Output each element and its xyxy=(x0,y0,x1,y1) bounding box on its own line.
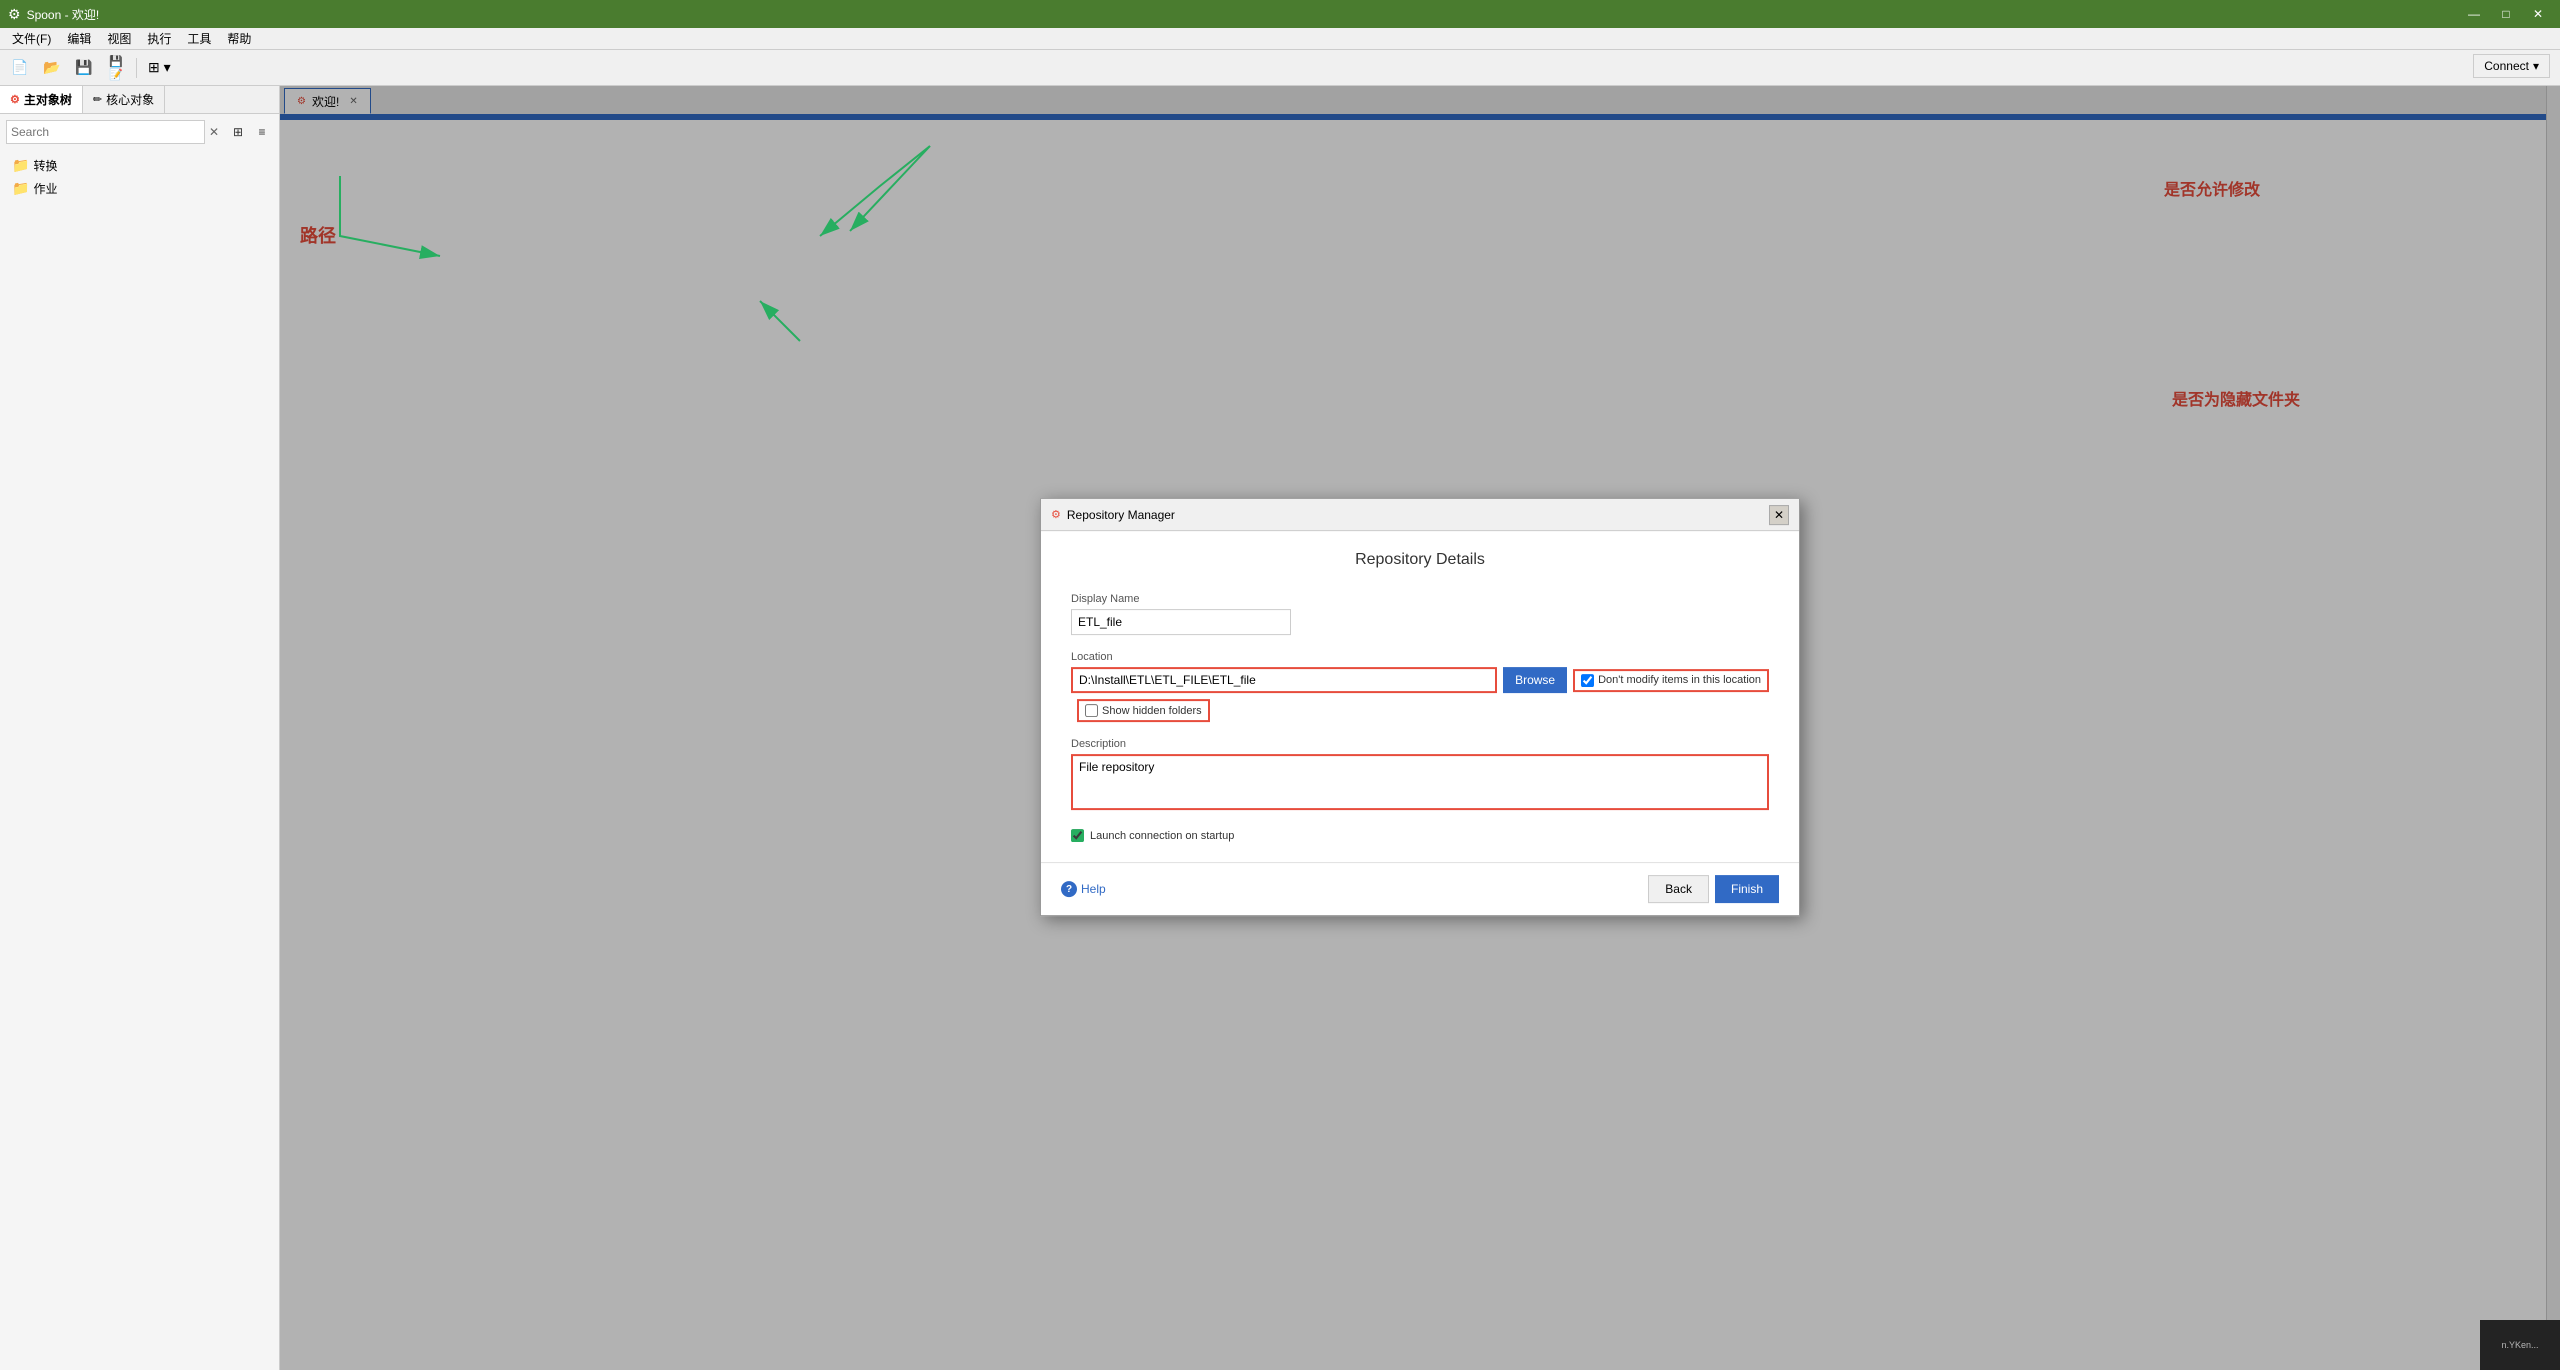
toolbar-save-button[interactable]: 💾 xyxy=(70,54,98,82)
search-bar: ✕ ⊞ ≡ xyxy=(0,114,279,150)
view-grid-button[interactable]: ⊞ xyxy=(227,121,249,143)
dont-modify-checkbox[interactable] xyxy=(1581,674,1594,687)
description-group: Description File repository xyxy=(1071,738,1769,813)
menu-help[interactable]: 帮助 xyxy=(219,28,259,49)
folder-icon-transform: 📁 xyxy=(12,157,29,174)
sidebar-tab-core-icon: ✏ xyxy=(93,93,102,106)
repository-manager-dialog: ⚙ Repository Manager ✕ Repository Detail… xyxy=(1040,498,1800,916)
help-label: Help xyxy=(1081,882,1106,896)
description-textarea[interactable]: File repository xyxy=(1071,754,1769,810)
search-clear-icon[interactable]: ✕ xyxy=(209,125,219,139)
dialog-title-bar: ⚙ Repository Manager ✕ xyxy=(1041,499,1799,531)
content-area: ⚙ 欢迎! ✕ ⚙ Repository Manager ✕ Reposit xyxy=(280,86,2560,1370)
help-link[interactable]: ? Help xyxy=(1061,881,1106,897)
dialog-title-text: Repository Manager xyxy=(1067,508,1175,522)
title-bar-controls: — □ ✕ xyxy=(2460,4,2552,24)
launch-label: Launch connection on startup xyxy=(1090,830,1234,842)
menu-run[interactable]: 执行 xyxy=(139,28,179,49)
footer-buttons: Back Finish xyxy=(1648,875,1779,903)
connect-label: Connect xyxy=(2484,59,2529,73)
toolbar-separator xyxy=(136,58,137,78)
folder-icon-job: 📁 xyxy=(12,180,29,197)
toolbar-open-button[interactable]: 📂 xyxy=(38,54,66,82)
maximize-button[interactable]: □ xyxy=(2492,4,2520,24)
view-list-button[interactable]: ≡ xyxy=(251,121,273,143)
menu-file[interactable]: 文件(F) xyxy=(4,28,59,49)
tree-area: 📁 转换 📁 作业 xyxy=(0,150,279,1370)
dialog-heading: Repository Details xyxy=(1071,551,1769,569)
tree-item-job-label: 作业 xyxy=(33,180,57,197)
display-name-input[interactable] xyxy=(1071,609,1291,635)
dialog-footer: ? Help Back Finish xyxy=(1041,862,1799,915)
display-name-group: Display Name xyxy=(1071,593,1769,635)
tree-item-job[interactable]: 📁 作业 xyxy=(4,177,275,200)
main-layout: ⚙ 主对象树 ✏ 核心对象 ✕ ⊞ ≡ 📁 转换 📁 xyxy=(0,86,2560,1370)
view-toggles: ⊞ ≡ xyxy=(227,121,273,143)
tree-item-transform[interactable]: 📁 转换 xyxy=(4,154,275,177)
launch-row: Launch connection on startup xyxy=(1071,829,1769,842)
minimize-button[interactable]: — xyxy=(2460,4,2488,24)
sidebar-tab-core[interactable]: ✏ 核心对象 xyxy=(83,86,165,113)
show-hidden-label: Show hidden folders xyxy=(1102,705,1202,717)
app-title: Spoon - 欢迎! xyxy=(27,6,100,23)
toolbar: 📄 📂 💾 💾📝 ⊞ ▾ Connect ▾ xyxy=(0,50,2560,86)
connect-chevron-icon: ▾ xyxy=(2533,59,2539,73)
connect-button[interactable]: Connect ▾ xyxy=(2473,54,2550,78)
close-button[interactable]: ✕ xyxy=(2524,4,2552,24)
toolbar-layer-button[interactable]: ⊞ ▾ xyxy=(143,54,176,82)
search-input[interactable] xyxy=(6,120,205,144)
description-label: Description xyxy=(1071,738,1769,750)
sidebar-tab-core-label: 核心对象 xyxy=(106,91,154,108)
dialog-title-left: ⚙ Repository Manager xyxy=(1051,508,1175,522)
show-hidden-checkbox-container: Show hidden folders xyxy=(1077,699,1210,722)
finish-button[interactable]: Finish xyxy=(1715,875,1779,903)
menu-view[interactable]: 视图 xyxy=(99,28,139,49)
dialog-close-button[interactable]: ✕ xyxy=(1769,505,1789,525)
sidebar-tab-main[interactable]: ⚙ 主对象树 xyxy=(0,86,83,113)
sidebar: ⚙ 主对象树 ✏ 核心对象 ✕ ⊞ ≡ 📁 转换 📁 xyxy=(0,86,280,1370)
menu-edit[interactable]: 编辑 xyxy=(59,28,99,49)
location-input[interactable] xyxy=(1071,667,1497,693)
toolbar-save-as-button[interactable]: 💾📝 xyxy=(102,54,130,82)
launch-checkbox[interactable] xyxy=(1071,829,1084,842)
menu-bar: 文件(F) 编辑 视图 执行 工具 帮助 xyxy=(0,28,2560,50)
dont-modify-label: Don't modify items in this location xyxy=(1598,674,1761,686)
dialog-title-icon: ⚙ xyxy=(1051,508,1061,521)
toolbar-new-button[interactable]: 📄 xyxy=(6,54,34,82)
menu-tools[interactable]: 工具 xyxy=(179,28,219,49)
app-icon: ⚙ xyxy=(8,6,21,23)
sidebar-tabs: ⚙ 主对象树 ✏ 核心对象 xyxy=(0,86,279,114)
help-icon: ? xyxy=(1061,881,1077,897)
show-hidden-checkbox[interactable] xyxy=(1085,704,1098,717)
location-label: Location xyxy=(1071,651,1769,663)
back-button[interactable]: Back xyxy=(1648,875,1709,903)
location-group: Location Browse Don't modify items in th… xyxy=(1071,651,1769,722)
dont-modify-checkbox-container: Don't modify items in this location xyxy=(1573,669,1769,692)
browse-button[interactable]: Browse xyxy=(1503,667,1567,693)
title-bar: ⚙ Spoon - 欢迎! — □ ✕ xyxy=(0,0,2560,28)
tree-item-transform-label: 转换 xyxy=(33,157,57,174)
display-name-label: Display Name xyxy=(1071,593,1769,605)
title-bar-left: ⚙ Spoon - 欢迎! xyxy=(8,6,99,23)
dialog-content: Repository Details Display Name Location… xyxy=(1041,531,1799,862)
sidebar-tab-main-icon: ⚙ xyxy=(10,93,20,106)
sidebar-tab-main-label: 主对象树 xyxy=(24,91,72,108)
